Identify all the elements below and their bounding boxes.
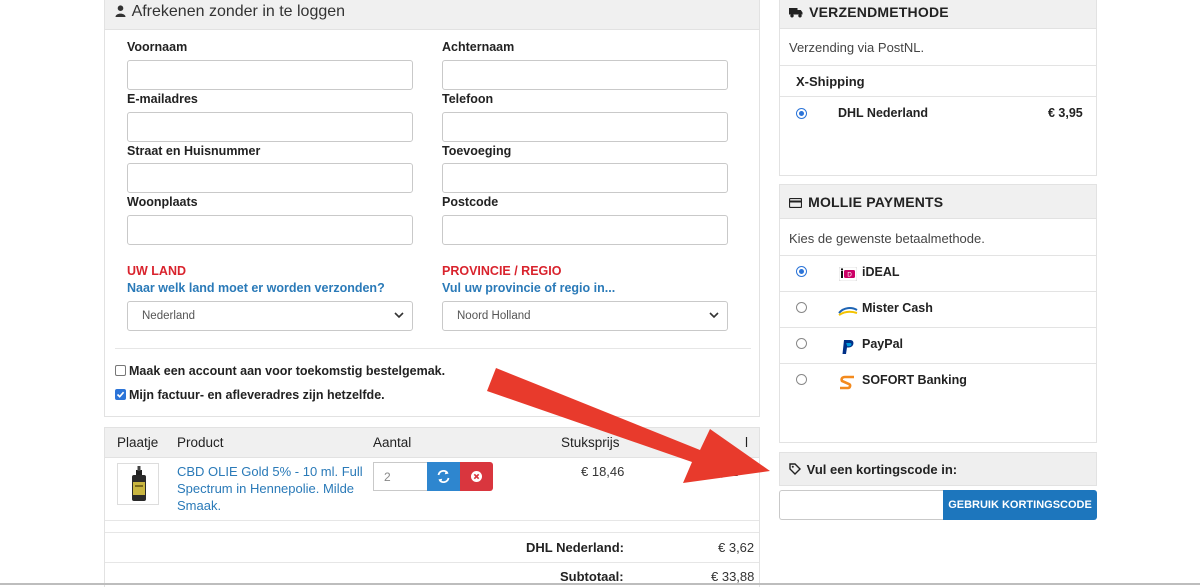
checkmark-icon — [116, 391, 125, 398]
truck-icon — [789, 8, 803, 18]
row-divider — [780, 96, 1096, 97]
checkout-guest-title: Afrekenen zonder in te loggen — [131, 3, 346, 20]
shipping-method-header: VERZENDMETHODE — [780, 0, 1096, 29]
country-select-value: Nederland — [142, 310, 196, 322]
product-link[interactable]: CBD OLIE Gold 5% - 10 ml. Full Spectrum … — [177, 463, 377, 514]
shipping-method-panel: VERZENDMETHODE Verzending via PostNL. X-… — [779, 0, 1097, 176]
create-account-checkbox[interactable] — [115, 365, 126, 376]
create-account-label: Maak een account aan voor toekomstig bes… — [129, 364, 446, 378]
country-select[interactable]: Nederland — [127, 301, 413, 331]
coupon-title: Vul een kortingscode in: — [806, 462, 958, 477]
country-question: Naar welk land moet er worden verzonden? — [127, 281, 385, 295]
close-circle-icon — [471, 471, 482, 482]
credit-card-icon — [788, 197, 803, 209]
row-divider — [105, 520, 759, 521]
line-total: € 36,92 — [695, 464, 739, 479]
payment-panel: MOLLIE PAYMENTS Kies de gewenste betaalm… — [779, 184, 1097, 443]
province-title: PROVINCIE / REGIO — [442, 264, 562, 278]
shipping-cost-label: DHL Nederland: — [526, 540, 624, 555]
subtotal-label: Subtotaal: — [560, 569, 624, 584]
email-input[interactable] — [127, 112, 413, 142]
row-divider — [780, 291, 1096, 292]
payment-radio-sofort[interactable] — [796, 374, 807, 385]
payment-radio-ideal[interactable] — [796, 266, 807, 277]
shipping-group-label: X-Shipping — [796, 74, 865, 89]
bottle-image — [132, 466, 146, 501]
first-name-label: Voornaam — [127, 40, 188, 54]
sofort-icon — [840, 375, 854, 390]
phone-input[interactable] — [442, 112, 728, 142]
payment-title: MOLLIE PAYMENTS — [808, 194, 944, 210]
addition-input[interactable] — [442, 163, 728, 193]
column-header-unit-price: Stuksprijs — [561, 435, 620, 450]
payment-name-sofort: SOFORT Banking — [862, 373, 967, 387]
payment-intro: Kies de gewenste betaalmethode. — [789, 231, 985, 246]
addition-label: Toevoeging — [442, 144, 512, 158]
payment-header: MOLLIE PAYMENTS — [780, 185, 1096, 219]
update-quantity-button[interactable] — [427, 462, 460, 491]
remove-item-button[interactable] — [460, 462, 493, 491]
form-divider — [115, 348, 751, 349]
row-divider — [780, 363, 1096, 364]
cart-table: Plaatje Product Aantal Stuksprijs l CBD … — [104, 427, 760, 587]
payment-radio-mistercash[interactable] — [796, 302, 807, 313]
row-divider — [105, 562, 759, 563]
shipping-option-name: DHL Nederland — [838, 106, 929, 120]
shipping-method-title: VERZENDMETHODE — [809, 4, 949, 20]
svg-text:D: D — [847, 272, 852, 279]
shipping-option-price: € 3,95 — [1048, 106, 1083, 120]
column-header-total: l — [745, 435, 748, 450]
tag-icon — [789, 463, 801, 475]
province-select-value: Noord Holland — [457, 310, 531, 322]
shipping-intro: Verzending via PostNL. — [789, 40, 925, 55]
payment-name-mistercash: Mister Cash — [862, 301, 933, 315]
refresh-icon — [437, 470, 450, 483]
row-divider — [780, 65, 1096, 66]
coupon-header: Vul een kortingscode in: — [779, 452, 1097, 486]
column-header-image: Plaatje — [117, 435, 159, 450]
last-name-label: Achternaam — [442, 40, 515, 54]
mistercash-icon — [838, 307, 858, 316]
payment-name-ideal: iDEAL — [862, 265, 900, 279]
phone-label: Telefoon — [442, 92, 494, 106]
street-label: Straat en Huisnummer — [127, 144, 261, 158]
chevron-down-icon — [709, 312, 719, 319]
payment-radio-paypal[interactable] — [796, 338, 807, 349]
row-divider — [780, 255, 1096, 256]
city-input[interactable] — [127, 215, 413, 245]
first-name-input[interactable] — [127, 60, 413, 90]
column-header-product: Product — [177, 435, 224, 450]
postcode-input[interactable] — [442, 215, 728, 245]
shipping-cost-value: € 3,62 — [718, 540, 755, 555]
last-name-input[interactable] — [442, 60, 728, 90]
product-thumbnail[interactable] — [117, 463, 159, 505]
row-divider — [105, 532, 759, 533]
cart-table-header: Plaatje Product Aantal Stuksprijs l — [105, 428, 759, 458]
quantity-input[interactable]: 2 — [373, 462, 427, 491]
row-divider — [780, 327, 1096, 328]
column-header-quantity: Aantal — [373, 435, 412, 450]
street-input[interactable] — [127, 163, 413, 193]
email-label: E-mailadres — [127, 92, 198, 106]
province-select[interactable]: Noord Holland — [442, 301, 728, 331]
country-title: UW LAND — [127, 264, 187, 278]
paypal-icon — [842, 340, 854, 354]
coupon-code-input[interactable] — [779, 490, 945, 520]
province-question: Vul uw provincie of regio in... — [442, 281, 616, 295]
same-address-checkbox[interactable] — [115, 389, 126, 400]
checkout-guest-panel: Afrekenen zonder in te loggen Voornaam A… — [104, 0, 760, 417]
same-address-label: Mijn factuur- en afleveradres zijn hetze… — [129, 388, 385, 402]
apply-coupon-button[interactable]: GEBRUIK KORTINGSCODE — [943, 490, 1097, 520]
subtotal-value: € 33,88 — [711, 569, 755, 584]
city-label: Woonplaats — [127, 195, 198, 209]
shipping-option-radio[interactable] — [796, 108, 807, 119]
payment-name-paypal: PayPal — [862, 337, 904, 351]
user-icon — [115, 5, 126, 17]
ideal-icon: D — [839, 267, 857, 281]
postcode-label: Postcode — [442, 195, 499, 209]
unit-price: € 18,46 — [581, 464, 625, 479]
checkout-guest-header: Afrekenen zonder in te loggen — [105, 0, 759, 30]
chevron-down-icon — [394, 312, 404, 319]
